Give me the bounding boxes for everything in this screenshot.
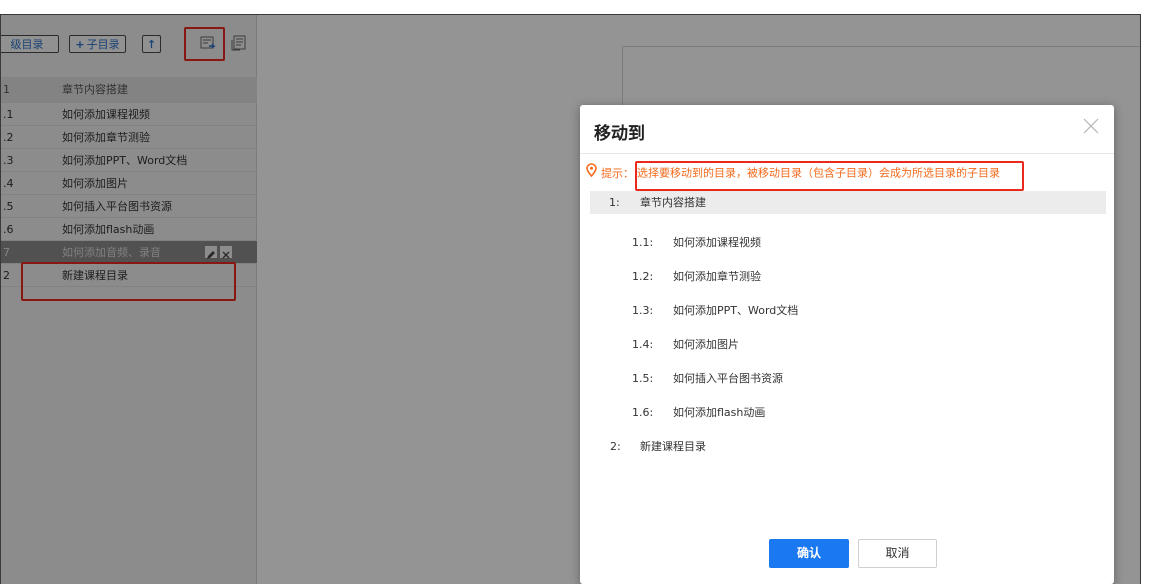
dialog-title: 移动到 xyxy=(594,124,645,144)
option-number: 1.2: xyxy=(632,270,654,283)
move-to-dialog: 移动到 提示： 选择要移动到的目录，被移动目录（包含子目录）会成为所选目录的子目录… xyxy=(580,105,1114,584)
target-option[interactable]: 1: 章节内容搭建 xyxy=(590,191,1106,214)
target-option[interactable]: 1.1: 如何添加课程视频 xyxy=(590,226,1106,260)
option-label: 如何添加PPT、Word文档 xyxy=(673,304,799,317)
option-label: 如何插入平台图书资源 xyxy=(673,372,783,385)
option-label: 章节内容搭建 xyxy=(640,196,706,209)
tip-label: 提示： xyxy=(601,166,634,180)
location-pin-icon xyxy=(586,163,597,184)
cancel-button[interactable]: 取消 xyxy=(858,539,937,568)
option-label: 如何添加图片 xyxy=(673,338,739,351)
option-label: 如何添加课程视频 xyxy=(673,236,761,249)
option-label: 如何添加flash动画 xyxy=(673,406,766,419)
target-directory-list: 1: 章节内容搭建 1.1: 如何添加课程视频 1.2: 如何添加章节测验 1.… xyxy=(590,191,1106,464)
dialog-divider xyxy=(580,153,1114,154)
app-frame: 级目录 + 子目录 ↑ 1 章节内容搭建 .1 如何添加课程视频 .2 如何添加… xyxy=(0,14,1141,584)
target-option[interactable]: 2: 新建课程目录 xyxy=(590,430,1106,464)
close-icon xyxy=(1083,118,1099,134)
target-option[interactable]: 1.4: 如何添加图片 xyxy=(590,328,1106,362)
option-number: 1.4: xyxy=(632,338,654,351)
target-option[interactable]: 1.3: 如何添加PPT、Word文档 xyxy=(590,294,1106,328)
target-option[interactable]: 1.5: 如何插入平台图书资源 xyxy=(590,362,1106,396)
option-number: 1: xyxy=(609,196,620,209)
tip-highlight xyxy=(635,161,1024,191)
option-number: 1.3: xyxy=(632,304,654,317)
option-label: 如何添加章节测验 xyxy=(673,270,761,283)
target-option[interactable]: 1.2: 如何添加章节测验 xyxy=(590,260,1106,294)
option-number: 2: xyxy=(610,440,621,453)
confirm-button[interactable]: 确认 xyxy=(769,539,849,568)
option-number: 1.6: xyxy=(632,406,654,419)
target-option[interactable]: 1.6: 如何添加flash动画 xyxy=(590,396,1106,430)
dialog-close-button[interactable] xyxy=(1082,117,1100,135)
option-number: 1.1: xyxy=(632,236,654,249)
option-number: 1.5: xyxy=(632,372,654,385)
option-label: 新建课程目录 xyxy=(640,440,706,453)
